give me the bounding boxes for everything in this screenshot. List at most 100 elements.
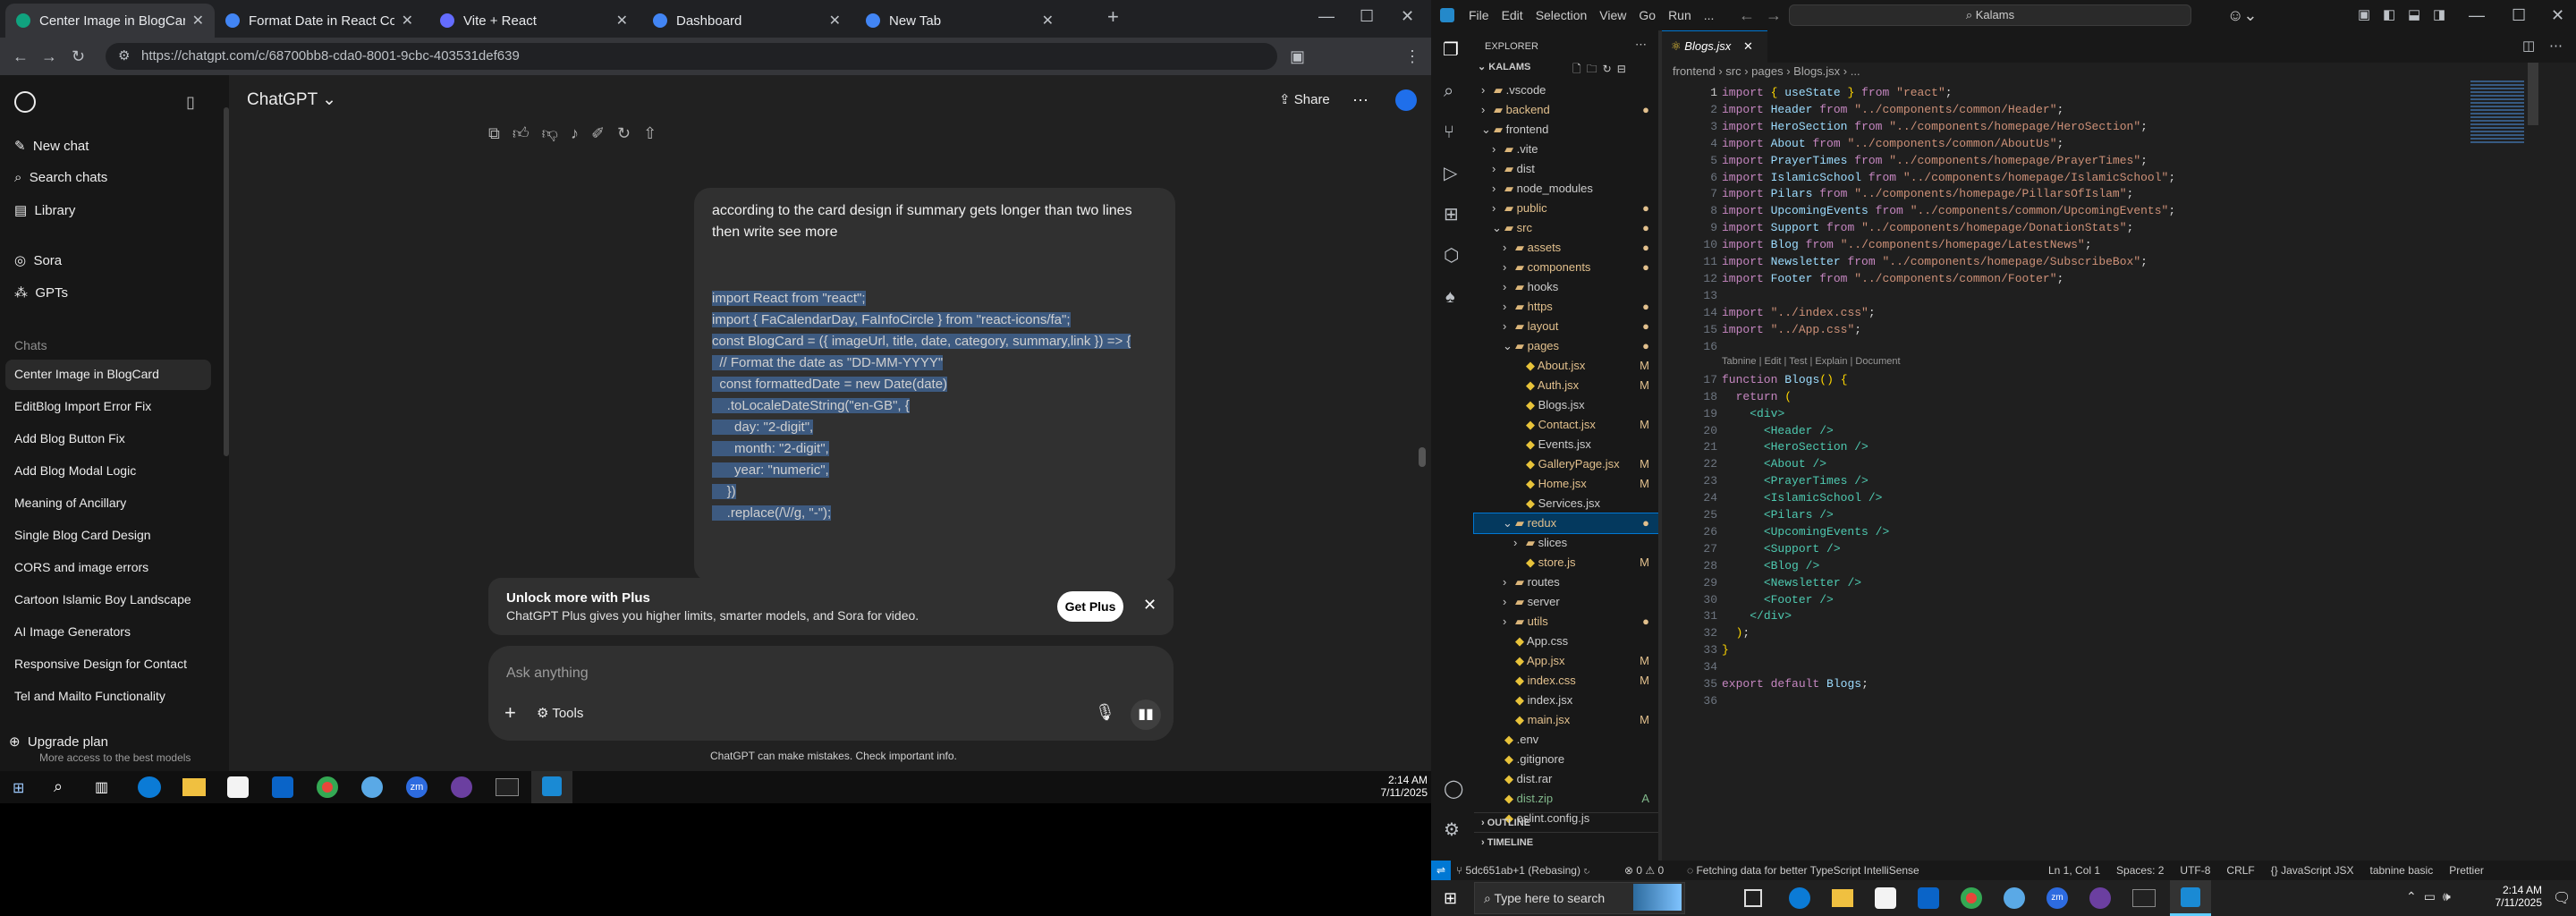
- file-item[interactable]: ◆ Auth.jsx M: [1474, 376, 1658, 395]
- mongodb-icon[interactable]: ♠: [1445, 288, 1455, 306]
- store-icon-2[interactable]: [1875, 887, 1896, 909]
- vscode-taskbar-active[interactable]: [531, 771, 572, 803]
- run-debug-icon[interactable]: ▷: [1444, 165, 1457, 182]
- share-button[interactable]: ⇪ Share: [1279, 91, 1330, 107]
- copy-icon[interactable]: ⧉: [488, 124, 513, 142]
- chrome-menu-icon[interactable]: ⋮: [1404, 47, 1420, 65]
- openai-logo-icon[interactable]: [14, 91, 36, 113]
- code-line[interactable]: <Pilars />: [1722, 508, 1834, 522]
- code-line[interactable]: </div>: [1722, 609, 1792, 623]
- folder-item[interactable]: ⌄ ▰ redux ●: [1473, 513, 1659, 534]
- code-line[interactable]: import About from "../components/common/…: [1722, 137, 2063, 150]
- folder-item[interactable]: › ▰ public ●: [1474, 199, 1658, 218]
- edit-canvas-icon[interactable]: ✐: [591, 124, 617, 142]
- browser-tab[interactable]: Vite + React ✕: [429, 4, 639, 38]
- code-line[interactable]: import "../App.css";: [1722, 323, 1861, 336]
- folder-item[interactable]: › ▰ .vscode: [1474, 81, 1658, 100]
- microphone-icon[interactable]: 🎙︎: [1095, 703, 1115, 722]
- attach-plus-icon[interactable]: +: [504, 701, 516, 725]
- timeline-section[interactable]: › TIMELINE: [1474, 832, 1658, 852]
- github-icon-2[interactable]: [2089, 887, 2111, 909]
- right-clock[interactable]: 2:14 AM 7/11/2025: [2485, 884, 2543, 909]
- read-aloud-icon[interactable]: ♪: [571, 124, 591, 142]
- gpts-button[interactable]: ⁂ GPTs: [14, 284, 68, 301]
- code-line[interactable]: import "../index.css";: [1722, 306, 1876, 319]
- new-file-icon[interactable]: 🗋: [1572, 63, 1587, 75]
- outlook-icon-2[interactable]: [1918, 887, 1939, 909]
- folder-item[interactable]: › ▰ backend ●: [1474, 100, 1658, 120]
- code-line[interactable]: import Blog from "../components/homepage…: [1722, 238, 2092, 251]
- chrome-icon-2[interactable]: [1961, 887, 1982, 909]
- menu-item[interactable]: Selection: [1536, 8, 1588, 22]
- outline-section[interactable]: › OUTLINE: [1474, 812, 1658, 832]
- file-item[interactable]: ◆ store.js M: [1474, 553, 1658, 572]
- file-item[interactable]: ◆ About.jsx M: [1474, 356, 1658, 376]
- tab-close-icon[interactable]: ✕: [192, 12, 204, 30]
- tab-blogs-jsx[interactable]: ⚛ Blogs.jsx ✕: [1662, 30, 1767, 63]
- library-button[interactable]: ▤ Library: [14, 202, 75, 218]
- nav-back-icon[interactable]: ←: [1739, 6, 1755, 24]
- minimap[interactable]: [2470, 81, 2524, 143]
- file-item[interactable]: ◆ Events.jsx: [1474, 435, 1658, 454]
- vs-minimize-icon[interactable]: —: [2469, 6, 2485, 24]
- code-line[interactable]: import HeroSection from "../components/h…: [1722, 120, 2148, 133]
- nav-forward-icon[interactable]: →: [1766, 6, 1782, 24]
- code-line[interactable]: import PrayerTimes from "../components/h…: [1722, 154, 2148, 167]
- code-line[interactable]: }: [1722, 643, 1729, 657]
- search-icon[interactable]: ⌕: [1444, 82, 1453, 100]
- collapse-icon[interactable]: ⊟: [1617, 63, 1631, 75]
- extension-icon[interactable]: ▣: [1290, 47, 1305, 65]
- code-line[interactable]: export default Blogs;: [1722, 677, 1868, 691]
- file-item[interactable]: ◆ Blogs.jsx: [1474, 395, 1658, 415]
- code-line[interactable]: import Footer from "../components/common…: [1722, 272, 2063, 285]
- code-line[interactable]: <Header />: [1722, 424, 1834, 437]
- folder-item[interactable]: › ▰ layout ●: [1474, 317, 1658, 336]
- accounts-icon[interactable]: ◯: [1444, 780, 1463, 798]
- remote-icon[interactable]: ⬡: [1444, 247, 1459, 265]
- new-folder-icon[interactable]: 🗀: [1587, 63, 1603, 75]
- code-line[interactable]: import UpcomingEvents from "../component…: [1722, 204, 2175, 217]
- chat-history-item[interactable]: Add Blog Button Fix: [14, 431, 125, 445]
- editor-scrollbar[interactable]: [2528, 63, 2538, 125]
- source-control-icon[interactable]: ⑂: [1444, 123, 1454, 141]
- menu-item[interactable]: ...: [1704, 8, 1715, 22]
- tab-close-icon[interactable]: ✕: [1042, 12, 1054, 30]
- file-item[interactable]: ◆ App.jsx M: [1474, 651, 1658, 671]
- browser-tab[interactable]: Center Image in BlogCard ✕: [5, 4, 215, 38]
- code-line[interactable]: <HeroSection />: [1722, 440, 1868, 454]
- file-item[interactable]: ◆ GalleryPage.jsx M: [1474, 454, 1658, 474]
- upgrade-plan-button[interactable]: ⊕ Upgrade plan: [9, 734, 108, 750]
- chat-history-item[interactable]: Responsive Design for Contact: [14, 657, 187, 671]
- breadcrumb[interactable]: frontend › src › pages › Blogs.jsx › ...: [1673, 64, 1860, 78]
- back-icon[interactable]: ←: [13, 47, 29, 65]
- file-item[interactable]: ◆ Contact.jsx M: [1474, 415, 1658, 435]
- windows-start-icon[interactable]: ⊞: [13, 779, 24, 797]
- chat-history-item[interactable]: Cartoon Islamic Boy Landscape: [14, 592, 191, 606]
- file-item[interactable]: ◆ App.css: [1474, 632, 1658, 651]
- vs-maximize-icon[interactable]: ☐: [2512, 6, 2526, 24]
- code-line[interactable]: <UpcomingEvents />: [1722, 525, 1889, 539]
- folder-item[interactable]: ⌄ ▰ src ●: [1474, 218, 1658, 238]
- address-bar[interactable]: ⚙ https://chatgpt.com/c/68700bb8-cda0-80…: [106, 43, 1277, 70]
- store-icon[interactable]: [227, 776, 249, 798]
- code-line[interactable]: <PrayerTimes />: [1722, 474, 1868, 488]
- chat-history-item[interactable]: Add Blog Modal Logic: [14, 463, 136, 478]
- code-line[interactable]: import Newsletter from "../components/ho…: [1722, 255, 2148, 268]
- status-item[interactable]: Spaces: 2: [2116, 864, 2164, 877]
- codelens[interactable]: Tabnine | Edit | Test | Explain | Docume…: [1722, 356, 1901, 367]
- toggle-secondary-icon[interactable]: ◨: [2433, 6, 2445, 24]
- breadcrumb-item[interactable]: frontend: [1673, 64, 1716, 78]
- left-clock[interactable]: 2:14 AM 7/11/2025: [1376, 774, 1428, 799]
- get-plus-button[interactable]: Get Plus: [1057, 591, 1123, 622]
- layout-icon[interactable]: ▣: [2358, 6, 2370, 24]
- menu-item[interactable]: Go: [1639, 8, 1656, 22]
- forward-icon[interactable]: →: [41, 47, 57, 65]
- task-view-icon[interactable]: ▥: [95, 778, 108, 796]
- breadcrumb-item[interactable]: Blogs.jsx: [1793, 64, 1840, 78]
- app-icon-2[interactable]: [2004, 887, 2025, 909]
- code-line[interactable]: import Pilars from "../components/homepa…: [1722, 187, 2133, 200]
- voice-mode-icon[interactable]: ▮▮: [1131, 700, 1161, 730]
- toggle-panel-icon[interactable]: ⬓: [2408, 6, 2420, 24]
- code-line[interactable]: <About />: [1722, 457, 1826, 471]
- code-line[interactable]: return (: [1722, 390, 1792, 403]
